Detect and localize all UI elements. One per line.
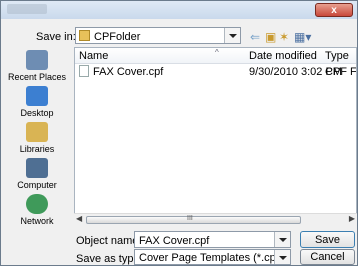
file-icon xyxy=(79,65,89,77)
up-folder-icon[interactable]: ▣ xyxy=(265,30,276,44)
save-dialog: x Save in: CPFolder ⇐ ▣ ✶ ▦▾ Recent Plac… xyxy=(0,0,358,266)
save-in-label: Save in: xyxy=(36,31,76,43)
file-row[interactable]: FAX Cover.cpf 9/30/2010 3:02 PM CPF File xyxy=(75,65,356,79)
file-list[interactable]: Name ^ Date modified Type FAX Cover.cpf … xyxy=(74,47,357,226)
place-label: Desktop xyxy=(20,108,54,118)
column-name[interactable]: Name xyxy=(79,50,108,62)
save-button[interactable]: Save xyxy=(300,231,355,248)
column-header: Name ^ Date modified Type xyxy=(75,48,356,64)
recent-places-icon xyxy=(26,50,48,70)
save-as-type-label: Save as type: xyxy=(76,253,143,265)
place-libraries[interactable]: Libraries xyxy=(5,122,69,154)
close-button[interactable]: x xyxy=(315,3,353,17)
place-desktop[interactable]: Desktop xyxy=(5,86,69,118)
back-icon[interactable]: ⇐ xyxy=(250,30,260,44)
file-name: FAX Cover.cpf xyxy=(93,66,164,78)
place-recent-places[interactable]: Recent Places xyxy=(5,50,69,82)
place-label: Libraries xyxy=(19,144,55,154)
places-bar: Recent Places Desktop Libraries Computer… xyxy=(5,48,69,248)
object-name-value: FAX Cover.cpf xyxy=(139,235,210,247)
scroll-left-icon[interactable]: ◀ xyxy=(76,214,82,223)
save-as-type-value: Cover Page Templates (*.cpf) xyxy=(139,252,283,264)
chevron-down-icon[interactable] xyxy=(224,28,240,43)
new-folder-icon[interactable]: ✶ xyxy=(279,30,289,44)
scroll-grip: III xyxy=(187,215,193,222)
place-label: Recent Places xyxy=(7,72,67,82)
window-title xyxy=(7,4,47,14)
place-computer[interactable]: Computer xyxy=(5,158,69,190)
chevron-down-icon[interactable] xyxy=(274,250,290,264)
column-type[interactable]: Type xyxy=(325,50,349,62)
save-as-type-select[interactable]: Cover Page Templates (*.cpf) xyxy=(134,249,291,265)
network-icon xyxy=(26,194,48,214)
horizontal-scrollbar[interactable]: ◀ III ▶ xyxy=(74,213,357,226)
column-date[interactable]: Date modified xyxy=(249,50,317,62)
computer-icon xyxy=(26,158,48,178)
title-bar: x xyxy=(1,1,357,19)
folder-icon xyxy=(79,30,90,41)
place-network[interactable]: Network xyxy=(5,194,69,226)
save-in-value: CPFolder xyxy=(94,31,141,43)
file-type: CPF File xyxy=(325,66,357,78)
place-label: Computer xyxy=(17,180,57,190)
scroll-thumb[interactable]: III xyxy=(86,215,301,224)
object-name-label: Object name: xyxy=(76,235,142,247)
view-menu-icon[interactable]: ▦▾ xyxy=(294,30,311,44)
libraries-icon xyxy=(26,122,48,142)
save-in-combo[interactable]: CPFolder xyxy=(75,27,241,44)
place-label: Network xyxy=(20,216,54,226)
desktop-icon xyxy=(26,86,48,106)
cancel-button[interactable]: Cancel xyxy=(300,249,355,265)
scroll-right-icon[interactable]: ▶ xyxy=(349,214,355,223)
object-name-input[interactable]: FAX Cover.cpf xyxy=(134,231,291,248)
chevron-down-icon[interactable] xyxy=(274,232,290,247)
sort-arrow-icon: ^ xyxy=(215,48,219,57)
